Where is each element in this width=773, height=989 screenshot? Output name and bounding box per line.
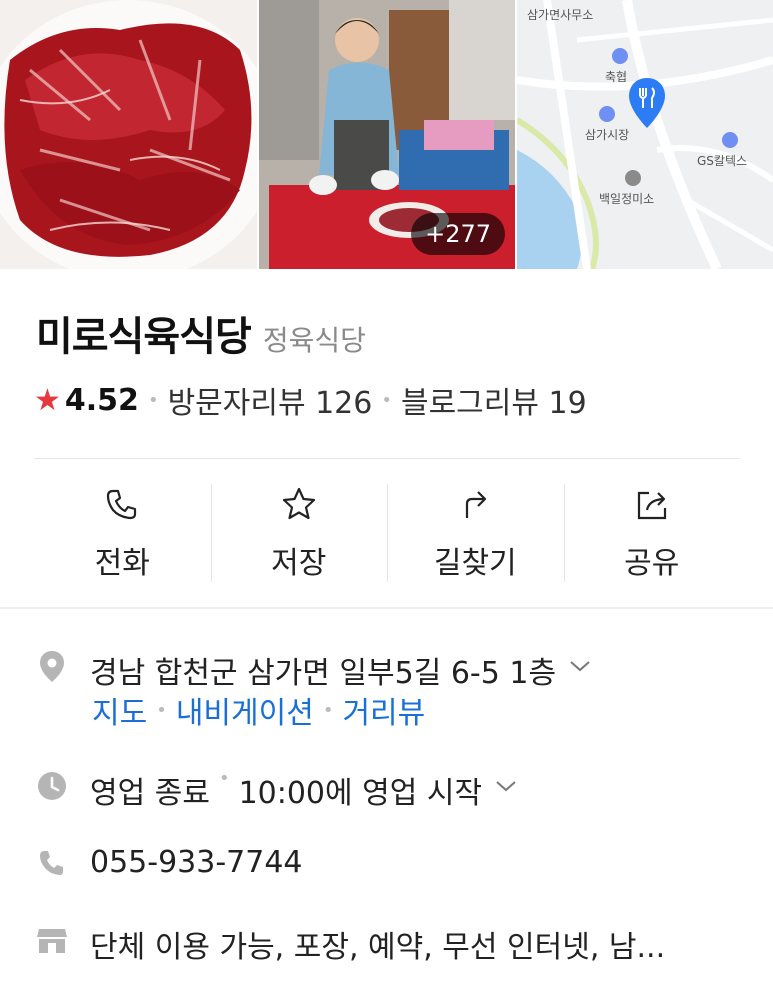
- map-thumbnail[interactable]: 삼가면사무소 축협 삼가시장 GS칼텍스 백일정미소: [517, 0, 773, 269]
- chevron-down-icon[interactable]: [494, 778, 518, 794]
- rating-row: ★ 4.52 • 방문자리뷰 126 • 블로그리뷰 19: [34, 378, 587, 422]
- location-pin-icon: [34, 648, 70, 684]
- place-category: 정육식당: [262, 324, 366, 357]
- separator-dot: •: [381, 389, 392, 411]
- directions-icon: [466, 491, 487, 518]
- map-label: 삼가면사무소: [527, 8, 594, 22]
- phone-row[interactable]: 055-933-7744: [34, 845, 303, 881]
- photo-meat[interactable]: [0, 0, 257, 269]
- section-divider: [0, 607, 773, 609]
- phone-icon: [34, 845, 70, 881]
- share-button[interactable]: 공유: [563, 482, 741, 582]
- action-bar: 전화 저장 길찾기 공유: [34, 482, 740, 582]
- blog-reviews-link[interactable]: 블로그리뷰 19: [401, 378, 587, 422]
- address-text: 경남 합천군 삼가면 일부5길 6-5 1층: [90, 656, 557, 691]
- star-outline-icon: [282, 487, 315, 520]
- action-label: 길찾기: [433, 546, 517, 581]
- phone-icon: [107, 489, 137, 520]
- map-label: 백일정미소: [599, 192, 655, 206]
- more-photos-badge[interactable]: +277: [411, 213, 505, 255]
- save-button[interactable]: 저장: [210, 482, 388, 582]
- separator-dot: •: [147, 389, 159, 411]
- map-link[interactable]: 지도: [92, 688, 147, 732]
- photo-strip: +277 삼가면사무소 축협 삼가시장 GS칼텍스 백일정미소: [0, 0, 773, 269]
- visitor-reviews-link[interactable]: 방문자리뷰 126: [168, 378, 373, 422]
- phone-number[interactable]: 055-933-7744: [90, 845, 303, 880]
- call-button[interactable]: 전화: [34, 482, 211, 582]
- separator-dot: •: [322, 699, 334, 721]
- place-name: 미로식육식당: [36, 314, 252, 360]
- action-label: 저장: [271, 546, 327, 581]
- action-label: 공유: [624, 546, 680, 581]
- map-label: 축협: [605, 70, 628, 84]
- map-label: 삼가시장: [585, 128, 630, 142]
- separator-dot: •: [218, 768, 230, 789]
- title-row: 미로식육식당 정육식당: [36, 304, 366, 362]
- hours-status: 영업 종료: [90, 776, 210, 811]
- address-row[interactable]: 경남 합천군 삼가면 일부5길 6-5 1층: [34, 648, 592, 692]
- map-pin-icon: [629, 78, 665, 128]
- amenities-text: 단체 이용 가능, 포장, 예약, 무선 인터넷, 남...: [90, 930, 666, 965]
- store-icon: [34, 922, 70, 958]
- amenities-row[interactable]: 단체 이용 가능, 포장, 예약, 무선 인터넷, 남...: [34, 922, 665, 966]
- separator-dot: •: [156, 699, 167, 721]
- directions-button[interactable]: 길찾기: [387, 482, 564, 582]
- action-label: 전화: [94, 546, 150, 581]
- chevron-down-icon[interactable]: [568, 658, 592, 674]
- address-links: 지도 • 내비게이션 • 거리뷰: [92, 688, 425, 732]
- hours-next: 10:00에 영업 시작: [238, 776, 483, 811]
- hours-row[interactable]: 영업 종료 • 10:00에 영업 시작: [34, 768, 518, 812]
- share-icon: [637, 491, 666, 520]
- photo-chef[interactable]: +277: [259, 0, 515, 269]
- clock-icon: [34, 768, 70, 804]
- navigation-link[interactable]: 내비게이션: [176, 688, 314, 732]
- star-icon: ★: [34, 382, 61, 418]
- divider: [34, 458, 740, 459]
- rating-value: 4.52: [64, 382, 139, 418]
- map-label: GS칼텍스: [697, 154, 748, 168]
- street-view-link[interactable]: 거리뷰: [342, 688, 425, 732]
